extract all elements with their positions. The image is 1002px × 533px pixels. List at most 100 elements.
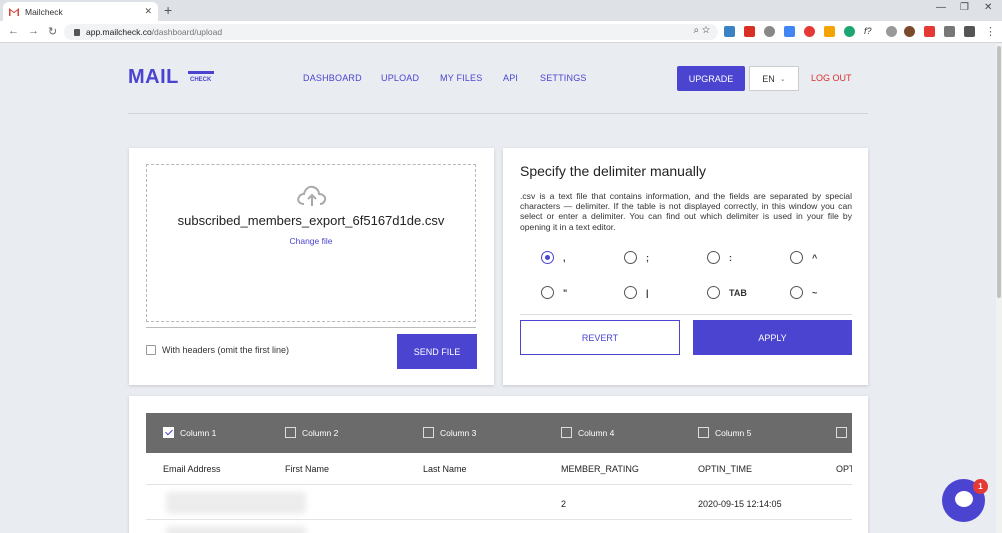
column-selector-2[interactable]: Column 2 [285,427,338,438]
tab-close-icon[interactable]: ✕ [144,6,152,17]
table-row: 2 2020-09-15 12:14:05 [146,486,852,520]
scrollbar-thumb[interactable] [997,46,1001,298]
header-first-name: First Name [285,464,330,474]
checkbox-icon[interactable] [561,427,572,438]
chevron-down-icon: ⌄ [779,75,786,83]
apply-button[interactable]: APPLY [693,320,852,355]
option-label: | [646,287,649,298]
column-selector-4[interactable]: Column 4 [561,427,614,438]
extension-icon[interactable] [824,26,835,37]
column-label: Column 5 [715,427,752,438]
formula-extension-icon[interactable]: f? [864,26,875,37]
logo-sub: CHECK [190,77,212,83]
column-selector-row: Column 1 Column 2 Column 3 Column 4 Colu… [146,413,852,453]
delimiter-option-tab[interactable]: TAB [707,286,747,299]
checkbox-icon[interactable] [698,427,709,438]
browser-tab-bar: Mailcheck ✕ + — ❐ ✕ [0,0,1002,21]
table-header-row: Email Address First Name Last Name MEMBE… [146,453,852,485]
language-select[interactable]: EN ⌄ [749,66,799,91]
bookmark-star-icon[interactable]: ⌕ ☆ [693,25,710,36]
radio-icon[interactable] [624,251,637,264]
redacted-email [166,492,306,514]
delimiter-option-colon[interactable]: : [707,251,732,264]
grammarly-extension-icon[interactable] [844,26,855,37]
header-divider [128,113,868,114]
column-selector-6[interactable] [836,427,847,438]
option-label: " [563,287,568,298]
checkbox-icon[interactable] [836,427,847,438]
radio-icon[interactable] [541,286,554,299]
column-selector-5[interactable]: Column 5 [698,427,751,438]
lock-icon [74,28,80,36]
gmail-favicon-icon [9,7,19,16]
send-file-button[interactable]: SEND FILE [397,334,477,369]
option-label: , [563,252,566,263]
change-file-link[interactable]: Change file [146,236,476,246]
minimize-icon[interactable]: — [936,2,946,13]
column-label: Column 1 [180,427,217,438]
wordpress-extension-icon[interactable] [764,26,775,37]
radio-icon[interactable] [790,286,803,299]
delimiter-option-pipe[interactable]: | [624,286,649,299]
option-label: ^ [812,252,818,263]
back-icon[interactable]: ← [8,25,19,37]
extension-icon[interactable] [944,26,955,37]
puzzle-extensions-icon[interactable] [964,26,975,37]
checkbox-checked-icon[interactable] [163,427,174,438]
column-label: Column 4 [578,427,615,438]
address-bar: ← → ↻ app.mailcheck.co /dashboard/upload… [0,21,1002,43]
logout-link[interactable]: LOG OUT [811,73,852,83]
table-row [146,520,852,533]
delimiter-option-tilde[interactable]: ~ [790,286,817,299]
extension-icon[interactable] [904,26,915,37]
logo-underline [188,71,214,74]
nav-dashboard[interactable]: DASHBOARD [303,73,362,83]
headers-checkbox-box[interactable] [146,345,156,355]
nav-settings[interactable]: SETTINGS [540,73,587,83]
extension-icon[interactable] [924,26,935,37]
with-headers-checkbox[interactable]: With headers (omit the first line) [146,345,289,355]
mailcheck-logo[interactable]: MAIL [128,66,179,89]
extension-icon[interactable] [744,26,755,37]
upload-separator [146,327,476,328]
radio-selected-icon[interactable] [541,251,554,264]
nav-my-files[interactable]: MY FILES [440,73,482,83]
header-optin-time: OPTIN_TIME [698,464,753,474]
cloud-upload-icon [296,184,328,213]
column-selector-1[interactable]: Column 1 [163,427,216,438]
delimiter-option-quote[interactable]: " [541,286,567,299]
menu-dots-icon[interactable]: ⋮ [985,25,996,38]
new-tab-button[interactable]: + [164,2,172,18]
radio-icon[interactable] [790,251,803,264]
restore-icon[interactable]: ❐ [960,2,969,13]
header-email: Email Address [163,464,221,474]
extension-icon[interactable] [724,26,735,37]
radio-icon[interactable] [707,286,720,299]
browser-tab[interactable]: Mailcheck ✕ [3,2,158,21]
revert-button[interactable]: REVERT [520,320,680,355]
window-close-icon[interactable]: ✕ [984,2,992,13]
upgrade-button[interactable]: UPGRADE [677,66,745,91]
nav-upload[interactable]: UPLOAD [381,73,419,83]
delimiter-option-comma[interactable]: , [541,251,566,264]
nav-api[interactable]: API [503,73,518,83]
radio-icon[interactable] [624,286,637,299]
delimiter-option-caret[interactable]: ^ [790,251,817,264]
option-label: TAB [729,287,747,298]
extension-icon[interactable] [784,26,795,37]
extension-icon[interactable] [886,26,897,37]
checkbox-icon[interactable] [423,427,434,438]
url-field[interactable]: app.mailcheck.co /dashboard/upload ⌕ ☆ [64,24,718,40]
delimiter-separator [520,314,852,315]
checkbox-icon[interactable] [285,427,296,438]
chat-bubble-icon [955,491,973,507]
radio-icon[interactable] [707,251,720,264]
delimiter-description: .csv is a text file that contains inform… [520,191,852,232]
delimiter-option-semicolon[interactable]: ; [624,251,649,264]
chat-notification-badge: 1 [973,479,988,494]
forward-icon[interactable]: → [28,25,39,37]
column-selector-3[interactable]: Column 3 [423,427,476,438]
extension-icon[interactable] [804,26,815,37]
reload-icon[interactable]: ↻ [48,25,57,38]
redacted-email [166,526,306,533]
